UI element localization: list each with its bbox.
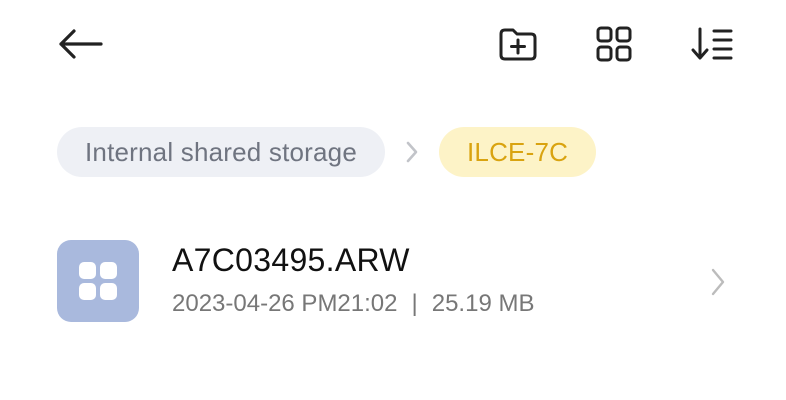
file-date: 2023-04-26 PM21:02 [172,290,398,317]
file-meta: 2023-04-26 PM21:02 | 25.19 MB [172,290,534,318]
file-list-item[interactable]: A7C03495.ARW 2023-04-26 PM21:02 | 25.19 … [0,228,786,338]
grid-view-button[interactable] [588,18,640,70]
chevron-right-icon [406,141,418,163]
chevron-right-icon [711,268,725,296]
top-toolbar [0,0,786,90]
meta-divider: | [411,290,418,317]
grid-app-icon [79,262,117,300]
sort-button[interactable] [686,18,738,70]
new-folder-button[interactable] [492,18,544,70]
new-folder-icon [499,28,537,61]
breadcrumb-item-current[interactable]: ILCE-7C [439,127,597,177]
breadcrumb-separator [385,140,439,164]
open-file-chevron[interactable] [704,264,732,300]
file-manager-page: Internal shared storage ILCE-7C A7C03495… [0,0,786,400]
breadcrumb-current-label: ILCE-7C [467,136,569,167]
breadcrumb-root-label: Internal shared storage [85,136,357,167]
breadcrumb: Internal shared storage ILCE-7C [57,126,597,178]
grid-view-icon [596,26,632,62]
breadcrumb-item-root[interactable]: Internal shared storage [57,127,385,177]
file-size: 25.19 MB [431,290,535,317]
back-button[interactable] [54,18,106,70]
back-arrow-icon [59,29,103,59]
file-thumbnail [57,240,139,322]
file-name: A7C03495.ARW [172,242,410,278]
sort-icon [691,27,733,60]
